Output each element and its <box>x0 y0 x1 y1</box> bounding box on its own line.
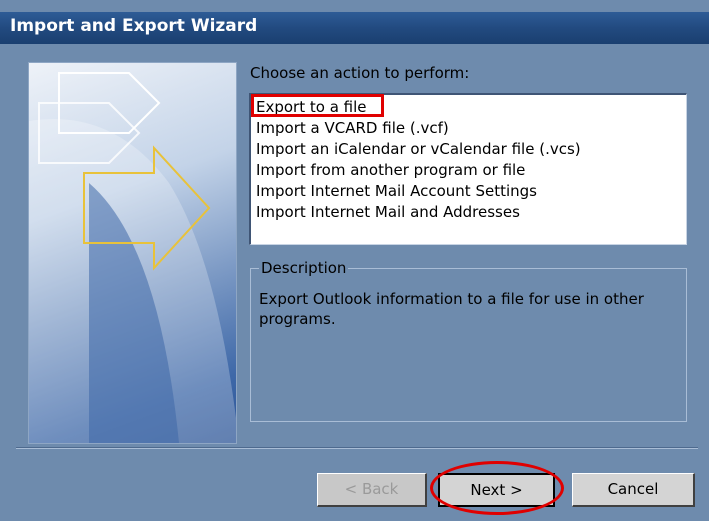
next-button[interactable]: Next > <box>438 473 555 507</box>
window-title: Import and Export Wizard <box>10 16 258 36</box>
list-item-import-mail-addresses[interactable]: Import Internet Mail and Addresses <box>253 202 683 222</box>
title-bar: Import and Export Wizard <box>0 12 709 44</box>
import-export-wizard-dialog: Import and Export Wizard Choose an actio… <box>0 0 709 521</box>
separator <box>16 447 698 449</box>
arrow-graphic-icon <box>29 72 236 443</box>
action-listbox[interactable]: Export to a file Import a VCARD file (.v… <box>249 93 687 245</box>
list-item-import-vcard[interactable]: Import a VCARD file (.vcf) <box>253 118 683 138</box>
list-item-import-from-program[interactable]: Import from another program or file <box>253 160 683 180</box>
cancel-button[interactable]: Cancel <box>572 473 695 507</box>
description-text: Export Outlook information to a file for… <box>259 290 644 328</box>
action-prompt-label: Choose an action to perform: <box>250 64 470 82</box>
back-button[interactable]: < Back <box>317 473 427 507</box>
wizard-illustration <box>28 62 237 444</box>
list-item-import-mail-settings[interactable]: Import Internet Mail Account Settings <box>253 181 683 201</box>
list-item-export-to-file[interactable]: Export to a file <box>253 97 683 117</box>
description-groupbox: Description Export Outlook information t… <box>250 259 687 422</box>
list-item-import-icalendar[interactable]: Import an iCalendar or vCalendar file (.… <box>253 139 683 159</box>
description-title: Description <box>259 259 349 277</box>
